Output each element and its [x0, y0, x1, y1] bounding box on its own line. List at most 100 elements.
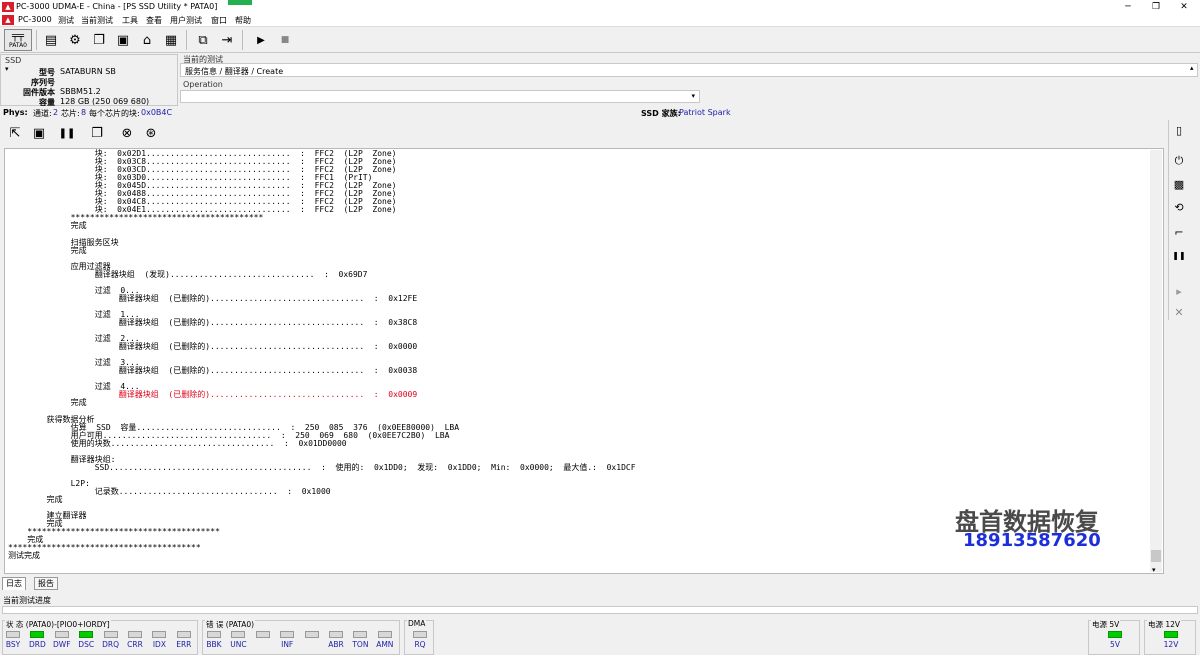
windows-icon[interactable]: ⧉	[192, 29, 214, 51]
menu-window[interactable]: 窗口	[211, 15, 227, 26]
power-off-icon[interactable]: ⏻	[1170, 154, 1188, 172]
power12-led	[1164, 631, 1178, 638]
gear-tool-icon[interactable]: ⚙	[64, 29, 86, 51]
error-led-label: INF	[281, 640, 294, 649]
state-led	[128, 631, 142, 638]
test-path-field: 服务信息 / 翻译器 / Create	[180, 63, 1198, 77]
channels-label: 通道:	[33, 109, 52, 118]
log-line: 翻译器块组 (已删除的)............................…	[8, 366, 418, 376]
error-led	[304, 631, 319, 638]
progress-bar	[2, 606, 1198, 614]
menu-tools[interactable]: 工具	[122, 15, 138, 26]
menu-test[interactable]: 测试	[58, 15, 74, 26]
state-led-label: IDX	[152, 640, 166, 649]
menu-user-test[interactable]: 用户测试	[170, 15, 202, 26]
state-led-label: CRR	[127, 640, 143, 649]
app-menu-icon[interactable]: ▲	[2, 15, 14, 25]
menu-bar: ▲ PC-3000 测试 当前测试 工具 查看 用户测试 窗口 帮助	[0, 14, 1200, 27]
arrow-right-icon[interactable]: ▸	[1170, 285, 1188, 303]
log-line: 测试完成	[8, 551, 40, 561]
log-line: 完成	[8, 495, 63, 505]
jumper-icon[interactable]: ⌐	[1170, 226, 1188, 244]
progress-section: 当前测试进度	[0, 593, 1200, 617]
close-button[interactable]: ✕	[1170, 0, 1198, 14]
state-led-label: DRD	[29, 640, 46, 649]
log-line: 记录数................................. : 0…	[8, 486, 331, 496]
log-line: ****************************************	[8, 543, 201, 553]
log-text: 块: 0x02D1.............................. …	[8, 149, 636, 561]
log-toolbar: ⇱ ▣ ❚❚ ❐ ⊗ ⊛	[0, 120, 1170, 146]
toolbar-separator	[36, 30, 37, 50]
export-icon[interactable]: ⇱	[4, 122, 26, 144]
error-led-label: TON	[352, 640, 369, 649]
state-led	[103, 631, 118, 638]
main-toolbar: ╤╤ PATA0 ▤ ⚙ ❐ ▣ ⌂ ▦ ⧉ ⇥ ▶ ■	[0, 27, 1200, 53]
ssd-info-panel: SSD ▾ 型号 SATABURN SB 序列号 固件版本 SBBM51.2 容…	[0, 54, 178, 107]
stop-icon[interactable]: ■	[274, 29, 296, 51]
pata0-button[interactable]: ╤╤ PATA0	[4, 29, 32, 51]
reset-icon[interactable]: ⟲	[1170, 201, 1188, 219]
scope-icon[interactable]: ⌂	[136, 29, 158, 51]
dma-rq-text: RQ	[414, 640, 426, 649]
state-led	[54, 631, 69, 638]
log-line: 翻译器块组 (发现)..............................…	[8, 269, 368, 279]
log-line: 完成	[8, 245, 87, 255]
reset-tool-icon[interactable]: ▣	[112, 29, 134, 51]
tools-icon[interactable]: ✕	[1170, 306, 1188, 324]
drive-info-icon[interactable]: ▤	[40, 29, 62, 51]
menu-help[interactable]: 帮助	[235, 15, 251, 26]
drive-icon[interactable]: ▯	[1170, 124, 1188, 142]
error-led	[329, 631, 343, 638]
log-line: 翻译器块组 (已删除的)............................…	[8, 342, 418, 352]
state-led-label: ERR	[176, 640, 192, 649]
log-line: 翻译器块组 (已删除的)............................…	[8, 317, 418, 327]
power5-text: 5V	[1110, 640, 1120, 649]
power12-text: 12V	[1163, 640, 1179, 649]
state-led-label: DSC	[78, 640, 95, 649]
channels-value: 2	[53, 108, 59, 117]
menu-view[interactable]: 查看	[146, 15, 162, 26]
capacity-value: 128 GB (250 069 680)	[60, 97, 150, 106]
tab-log[interactable]: 日志	[2, 577, 26, 590]
state-led	[152, 631, 167, 638]
state-led	[79, 631, 94, 638]
log-scrollbar[interactable]	[1150, 150, 1162, 572]
menu-app[interactable]: PC-3000	[18, 15, 52, 24]
tab-report[interactable]: 报告	[34, 577, 58, 590]
log-tabs: 日志 报告	[0, 577, 1200, 591]
blocks-label: 每个芯片的块:	[89, 109, 140, 118]
binoculars-icon[interactable]: ⊗	[116, 122, 138, 144]
phys-bar: Phys: 通道: 2 芯片: 8 每个芯片的块: 0x0B4C SSD 家族:…	[0, 107, 1200, 119]
state-led	[30, 631, 45, 638]
copy-tool-icon[interactable]: ❐	[88, 29, 110, 51]
error-led	[207, 631, 221, 638]
maximize-button[interactable]: ❐	[1142, 0, 1170, 14]
operation-select[interactable]: ▾	[180, 90, 700, 103]
port-icon: ╤╤	[11, 30, 25, 42]
error-label: 错 误 (PATA0)	[205, 619, 256, 630]
play-icon[interactable]: ▶	[250, 29, 272, 51]
log-line: ****************************************	[8, 213, 264, 223]
binoculars-next-icon[interactable]: ⊛	[140, 122, 162, 144]
pause-icon[interactable]: ❚❚	[1170, 251, 1188, 269]
minimize-button[interactable]: ─	[1114, 0, 1142, 14]
grid-icon[interactable]: ▦	[160, 29, 182, 51]
pause-icon[interactable]: ❚❚	[56, 122, 78, 144]
scrollbar-thumb[interactable]	[1151, 550, 1161, 562]
save-icon[interactable]: ▣	[28, 122, 50, 144]
power5-label: 电源 5V	[1091, 619, 1121, 630]
menu-current-test[interactable]: 当前测试	[81, 15, 113, 26]
scroll-down-icon[interactable]: ▾	[1152, 566, 1156, 574]
dma-label: DMA	[407, 619, 427, 628]
phys-label: Phys:	[3, 108, 28, 117]
error-led	[377, 631, 392, 638]
log-line: 建立翻译器	[8, 511, 87, 521]
chevron-up-icon[interactable]: ▴	[1190, 64, 1194, 72]
chip-icon[interactable]: ▩	[1170, 178, 1188, 196]
exit-icon[interactable]: ⇥	[216, 29, 238, 51]
error-led-label: ABR	[328, 640, 344, 649]
error-led	[280, 631, 295, 638]
power5-led	[1108, 631, 1122, 638]
copy-icon[interactable]: ❐	[86, 122, 108, 144]
